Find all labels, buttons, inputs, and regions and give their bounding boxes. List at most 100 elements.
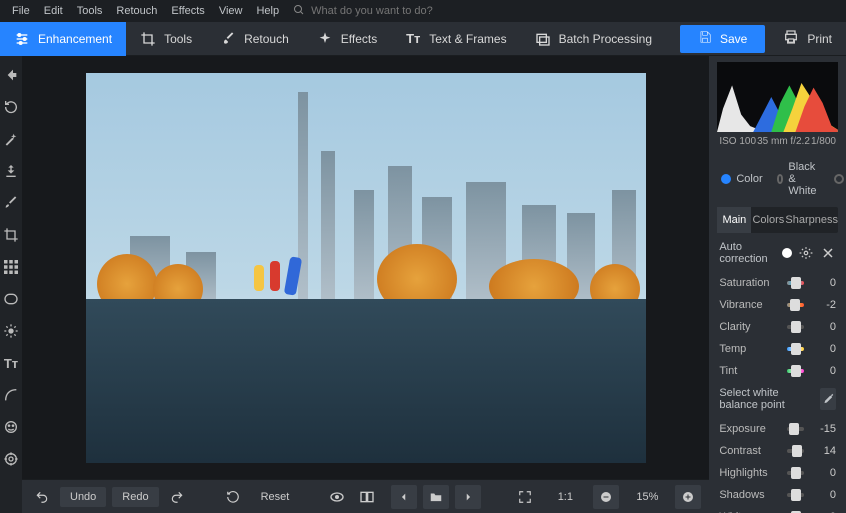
slider-vibrance: Vibrance-2 xyxy=(719,299,836,311)
slider-thumb[interactable] xyxy=(791,321,801,333)
tab-batch-label: Batch Processing xyxy=(559,32,652,46)
search-input[interactable] xyxy=(311,5,471,17)
subtab-main[interactable]: Main xyxy=(717,207,751,233)
next-icon[interactable] xyxy=(455,485,481,509)
slider-thumb[interactable] xyxy=(791,467,801,479)
slider-track[interactable] xyxy=(787,493,804,497)
tab-batch[interactable]: Batch Processing xyxy=(521,22,666,56)
slider-saturation: Saturation0 xyxy=(719,277,836,289)
compare-icon[interactable] xyxy=(355,485,379,509)
slider-thumb[interactable] xyxy=(792,445,802,457)
crop-tool[interactable] xyxy=(0,224,22,246)
rotate-tool[interactable] xyxy=(0,96,22,118)
slider-label: Highlights xyxy=(719,467,779,479)
curves-tool[interactable] xyxy=(0,384,22,406)
menu-view[interactable]: View xyxy=(213,3,249,19)
slider-thumb[interactable] xyxy=(791,489,801,501)
zoom-out-icon[interactable] xyxy=(593,485,619,509)
save-icon xyxy=(698,30,712,47)
reset-button[interactable]: Reset xyxy=(251,487,300,507)
slider-value: -15 xyxy=(812,423,836,435)
magic-wand-tool[interactable] xyxy=(0,128,22,150)
menu-tools[interactable]: Tools xyxy=(71,3,109,19)
close-icon[interactable] xyxy=(820,244,836,262)
slider-thumb[interactable] xyxy=(791,277,801,289)
radio-color[interactable]: Color xyxy=(721,173,762,185)
menu-file[interactable]: File xyxy=(6,3,36,19)
tab-effects[interactable]: Effects xyxy=(303,22,391,56)
prev-icon[interactable] xyxy=(391,485,417,509)
slider-highlights: Highlights0 xyxy=(719,467,836,479)
reset-icon[interactable] xyxy=(221,485,245,509)
menu-help[interactable]: Help xyxy=(250,3,285,19)
slider-value: 0 xyxy=(812,321,836,333)
menu-edit[interactable]: Edit xyxy=(38,3,69,19)
slider-thumb[interactable] xyxy=(790,299,800,311)
fit-icon[interactable] xyxy=(513,485,537,509)
search-icon xyxy=(293,4,305,19)
bottom-bar: Undo Redo Reset 1:1 15% xyxy=(22,479,709,513)
text-tool[interactable]: Tᴛ xyxy=(0,352,22,374)
print-button[interactable]: Print xyxy=(769,29,846,48)
slider-track[interactable] xyxy=(787,427,804,431)
pattern-tool[interactable] xyxy=(0,256,22,278)
tab-retouch[interactable]: Retouch xyxy=(206,22,303,56)
menu-effects[interactable]: Effects xyxy=(165,3,210,19)
batch-icon xyxy=(535,31,551,47)
redo-button[interactable]: Redo xyxy=(112,487,158,507)
tab-tools[interactable]: Tools xyxy=(126,22,206,56)
tab-retouch-label: Retouch xyxy=(244,32,289,46)
preview-icon[interactable] xyxy=(325,485,349,509)
slider-track[interactable] xyxy=(787,281,804,285)
color-mode-radios: Color Black & White Negative xyxy=(709,151,846,207)
gear-icon[interactable] xyxy=(798,244,814,262)
sparkle-icon xyxy=(317,31,333,47)
zoom-in-icon[interactable] xyxy=(675,485,701,509)
radio-dot-icon xyxy=(777,174,784,184)
slider-label: Contrast xyxy=(719,445,779,457)
auto-correction-row: Auto correction xyxy=(719,241,836,265)
slider-track[interactable] xyxy=(787,471,804,475)
slider-track[interactable] xyxy=(787,369,804,373)
face-tool[interactable] xyxy=(0,416,22,438)
print-icon xyxy=(783,29,799,48)
vignette-tool[interactable] xyxy=(0,288,22,310)
tab-text-frames[interactable]: Tᴛ Text & Frames xyxy=(391,22,520,56)
menu-retouch[interactable]: Retouch xyxy=(110,3,163,19)
light-tool[interactable] xyxy=(0,320,22,342)
slider-thumb[interactable] xyxy=(789,423,799,435)
slider-track[interactable] xyxy=(787,303,804,307)
menu-bar: File Edit Tools Retouch Effects View Hel… xyxy=(0,0,846,22)
slider-track[interactable] xyxy=(787,449,804,453)
radio-bw[interactable]: Black & White xyxy=(777,161,820,197)
slider-track[interactable] xyxy=(787,347,804,351)
crop-icon xyxy=(140,31,156,47)
slider-thumb[interactable] xyxy=(791,365,801,377)
back-tool[interactable] xyxy=(0,64,22,86)
slider-contrast: Contrast 14 xyxy=(719,445,836,457)
slider-thumb[interactable] xyxy=(791,343,801,355)
save-button[interactable]: Save xyxy=(680,25,765,53)
zoom-value[interactable]: 15% xyxy=(625,491,669,503)
undo-button[interactable]: Undo xyxy=(60,487,106,507)
undo-icon[interactable] xyxy=(30,485,54,509)
slider-value: 14 xyxy=(812,445,836,457)
subtab-sharpness[interactable]: Sharpness xyxy=(785,207,838,233)
slider-exposure: Exposure-15 xyxy=(719,423,836,435)
folder-icon[interactable] xyxy=(423,485,449,509)
target-tool[interactable] xyxy=(0,448,22,470)
left-toolbar: Tᴛ xyxy=(0,56,22,513)
slider-track[interactable] xyxy=(787,325,804,329)
subtab-colors[interactable]: Colors xyxy=(751,207,785,233)
redo-icon[interactable] xyxy=(165,485,189,509)
histogram xyxy=(717,62,838,132)
canvas-area[interactable] xyxy=(22,56,709,479)
brush-tool[interactable] xyxy=(0,192,22,214)
slider-label: Vibrance xyxy=(719,299,779,311)
slider-value: 0 xyxy=(812,365,836,377)
ratio-label[interactable]: 1:1 xyxy=(543,491,587,503)
eyedropper-button[interactable] xyxy=(820,388,836,410)
clone-stamp-tool[interactable] xyxy=(0,160,22,182)
radio-negative[interactable]: Negative xyxy=(834,173,846,185)
tab-enhancement[interactable]: Enhancement xyxy=(0,22,126,56)
